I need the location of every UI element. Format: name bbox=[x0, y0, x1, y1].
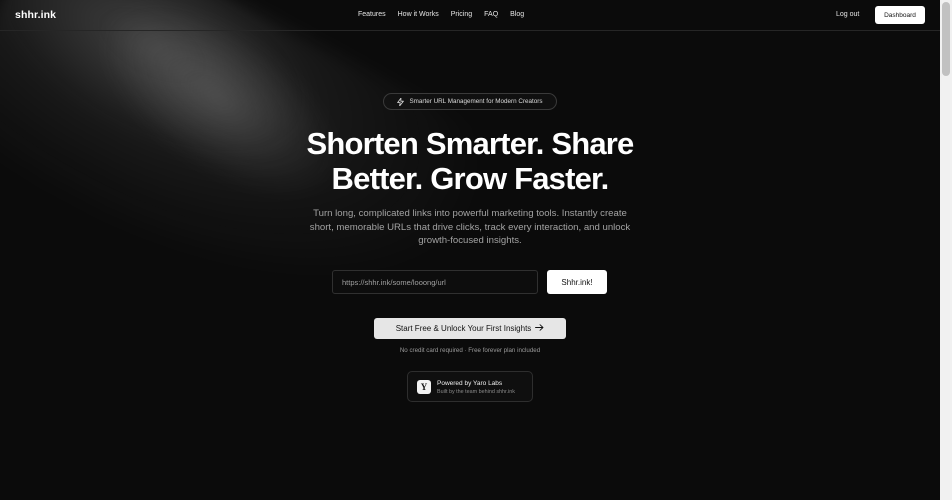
page-scrollbar[interactable] bbox=[940, 0, 952, 500]
main-nav: Features How it Works Pricing FAQ Blog bbox=[358, 11, 524, 18]
shorten-button[interactable]: Shhr.ink! bbox=[547, 270, 607, 294]
yaro-labs-logo: Y bbox=[417, 380, 431, 394]
start-free-label: Start Free & Unlock Your First Insights bbox=[395, 324, 532, 333]
powered-by-title: Powered by Yaro Labs bbox=[437, 380, 503, 387]
dashboard-button[interactable]: Dashboard bbox=[875, 6, 925, 24]
powered-by-card[interactable]: Y Powered by Yaro Labs Built by the team… bbox=[407, 371, 533, 402]
hero-badge-text: Smarter URL Management for Modern Creato… bbox=[409, 98, 543, 105]
hero-badge: Smarter URL Management for Modern Creato… bbox=[383, 93, 557, 110]
nav-link-blog[interactable]: Blog bbox=[510, 11, 524, 18]
no-credit-card-note: No credit card required · Free forever p… bbox=[399, 347, 541, 354]
start-free-button[interactable]: Start Free & Unlock Your First Insights bbox=[374, 318, 566, 339]
hero-subtitle: Turn long, complicated links into powerf… bbox=[309, 208, 631, 246]
url-input[interactable] bbox=[332, 270, 538, 294]
scrollbar-thumb[interactable] bbox=[942, 2, 950, 76]
arrow-right-icon bbox=[535, 324, 544, 333]
nav-link-features[interactable]: Features bbox=[358, 11, 386, 18]
hero-headline: Shorten Smarter. Share Better. Grow Fast… bbox=[260, 126, 680, 196]
page: shhr.ink Features How it Works Pricing F… bbox=[0, 0, 952, 500]
logout-link[interactable]: Log out bbox=[836, 11, 859, 18]
nav-link-faq[interactable]: FAQ bbox=[484, 11, 498, 18]
hero-headline-line-1: Shorten Smarter. Share bbox=[306, 126, 635, 161]
brand-logo[interactable]: shhr.ink bbox=[15, 9, 56, 21]
nav-link-pricing[interactable]: Pricing bbox=[451, 11, 472, 18]
hero-headline-line-2: Better. Grow Faster. bbox=[331, 161, 610, 196]
nav-link-how-it-works[interactable]: How it Works bbox=[398, 11, 439, 18]
top-navbar: shhr.ink Features How it Works Pricing F… bbox=[0, 0, 940, 31]
lightning-icon bbox=[397, 97, 405, 106]
background-glow-inner bbox=[65, 0, 375, 238]
powered-by-subtitle: Built by the team behind shhr.ink bbox=[437, 389, 515, 395]
